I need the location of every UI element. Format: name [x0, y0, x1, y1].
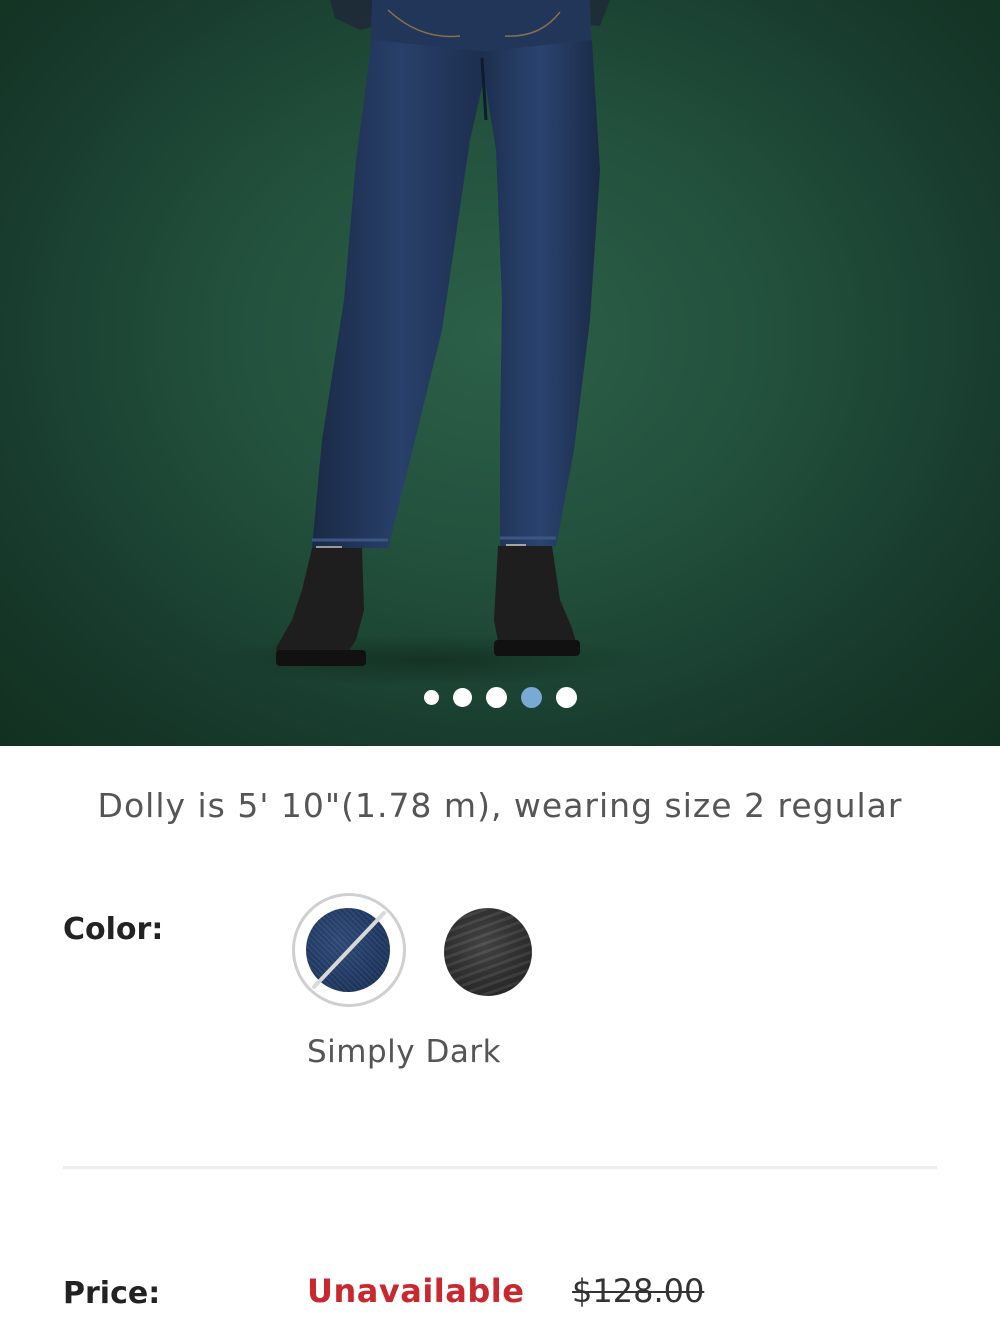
product-photo-illustration [210, 0, 650, 686]
carousel-dot[interactable] [423, 689, 439, 705]
carousel-dot[interactable] [452, 687, 472, 707]
product-image[interactable] [0, 0, 1000, 746]
color-label: Color: [63, 912, 164, 947]
black-swatch[interactable] [444, 908, 532, 996]
carousel-dot[interactable] [485, 686, 507, 708]
carousel-indicator [0, 686, 1000, 708]
divider [63, 1166, 937, 1169]
carousel-dot-active[interactable] [520, 686, 542, 708]
price-status: Unavailable [307, 1272, 525, 1310]
denim-swatch[interactable] [306, 908, 390, 992]
price-label: Price: [63, 1276, 161, 1311]
selected-color-name: Simply Dark [307, 1034, 502, 1070]
original-price: $128.00 [572, 1272, 705, 1310]
model-caption: Dolly is 5' 10"(1.78 m), wearing size 2 … [97, 786, 903, 825]
carousel-dot[interactable] [555, 686, 577, 708]
